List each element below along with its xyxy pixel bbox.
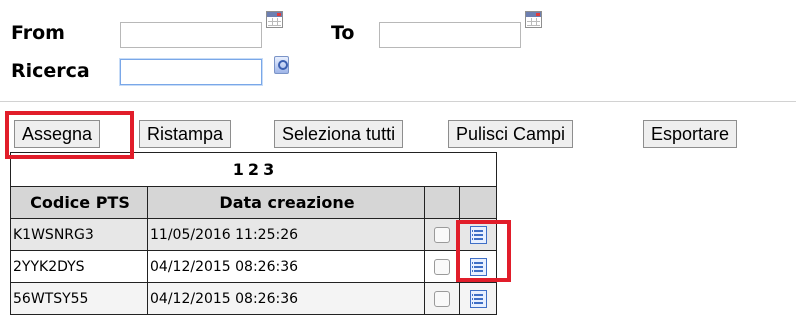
detail-icon[interactable] — [469, 289, 487, 308]
to-date-field[interactable] — [379, 22, 521, 48]
cell-created: 11/05/2016 11:25:26 — [147, 218, 425, 251]
cell-created: 04/12/2015 08:26:36 — [147, 282, 425, 315]
cell-created: 04/12/2015 08:26:36 — [147, 250, 425, 283]
table-row: 2YYK2DYS 04/12/2015 08:26:36 — [10, 250, 497, 283]
column-header-code[interactable]: Codice PTS — [10, 186, 148, 219]
row-checkbox[interactable] — [434, 290, 450, 307]
from-label: From — [11, 22, 65, 44]
row-checkbox[interactable] — [434, 226, 450, 243]
detail-icon[interactable] — [469, 225, 487, 244]
divider — [0, 101, 796, 102]
to-label: To — [331, 22, 355, 44]
cell-code: 2YYK2DYS — [10, 250, 148, 283]
page-link-1[interactable]: 1 — [233, 160, 244, 179]
clear-fields-button[interactable]: Pulisci Campi — [448, 120, 574, 148]
table-row: 56WTSY55 04/12/2015 08:26:36 — [10, 282, 497, 315]
detail-icon[interactable] — [469, 257, 487, 276]
assign-button[interactable]: Assegna — [14, 120, 101, 148]
results-table: 123 Codice PTS Data creazione K1WSNRG3 1… — [10, 152, 497, 315]
cell-code: 56WTSY55 — [10, 282, 148, 315]
table-header: Codice PTS Data creazione — [10, 186, 497, 219]
cell-code: K1WSNRG3 — [10, 218, 148, 251]
column-header-detail — [459, 186, 497, 219]
search-input[interactable] — [120, 59, 262, 85]
page-link-3[interactable]: 3 — [263, 160, 274, 179]
from-date-field[interactable] — [120, 22, 262, 48]
column-header-created[interactable]: Data creazione — [147, 186, 425, 219]
search-label: Ricerca — [11, 60, 90, 82]
pager: 123 — [10, 152, 497, 187]
select-all-button[interactable]: Seleziona tutti — [274, 120, 404, 148]
reprint-button[interactable]: Ristampa — [139, 120, 232, 148]
row-checkbox[interactable] — [434, 258, 450, 275]
page-link-2[interactable]: 2 — [248, 160, 259, 179]
export-button[interactable]: Esportare — [643, 120, 738, 148]
from-calendar-icon[interactable] — [266, 11, 283, 28]
column-header-select — [424, 186, 460, 219]
table-row: K1WSNRG3 11/05/2016 11:25:26 — [10, 218, 497, 251]
search-icon[interactable] — [274, 56, 289, 74]
to-calendar-icon[interactable] — [525, 11, 542, 28]
